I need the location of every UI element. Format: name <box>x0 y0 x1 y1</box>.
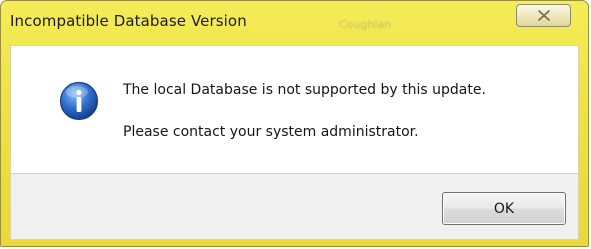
close-button[interactable] <box>516 4 571 27</box>
message-area: The local Database is not supported by t… <box>10 45 579 174</box>
window-title: Incompatible Database Version <box>10 12 247 30</box>
information-icon <box>59 81 99 121</box>
incompatible-database-dialog: Incompatible Database Version Coughlan T… <box>0 0 589 247</box>
title-bar[interactable]: Incompatible Database Version Coughlan <box>1 1 588 45</box>
ok-button[interactable]: OK <box>442 192 566 225</box>
background-ghost-text: Coughlan <box>339 18 392 31</box>
close-icon <box>537 10 550 21</box>
message-line-2: Please contact your system administrator… <box>123 124 419 140</box>
message-line-1: The local Database is not supported by t… <box>123 82 486 98</box>
button-bar: OK <box>10 174 579 240</box>
